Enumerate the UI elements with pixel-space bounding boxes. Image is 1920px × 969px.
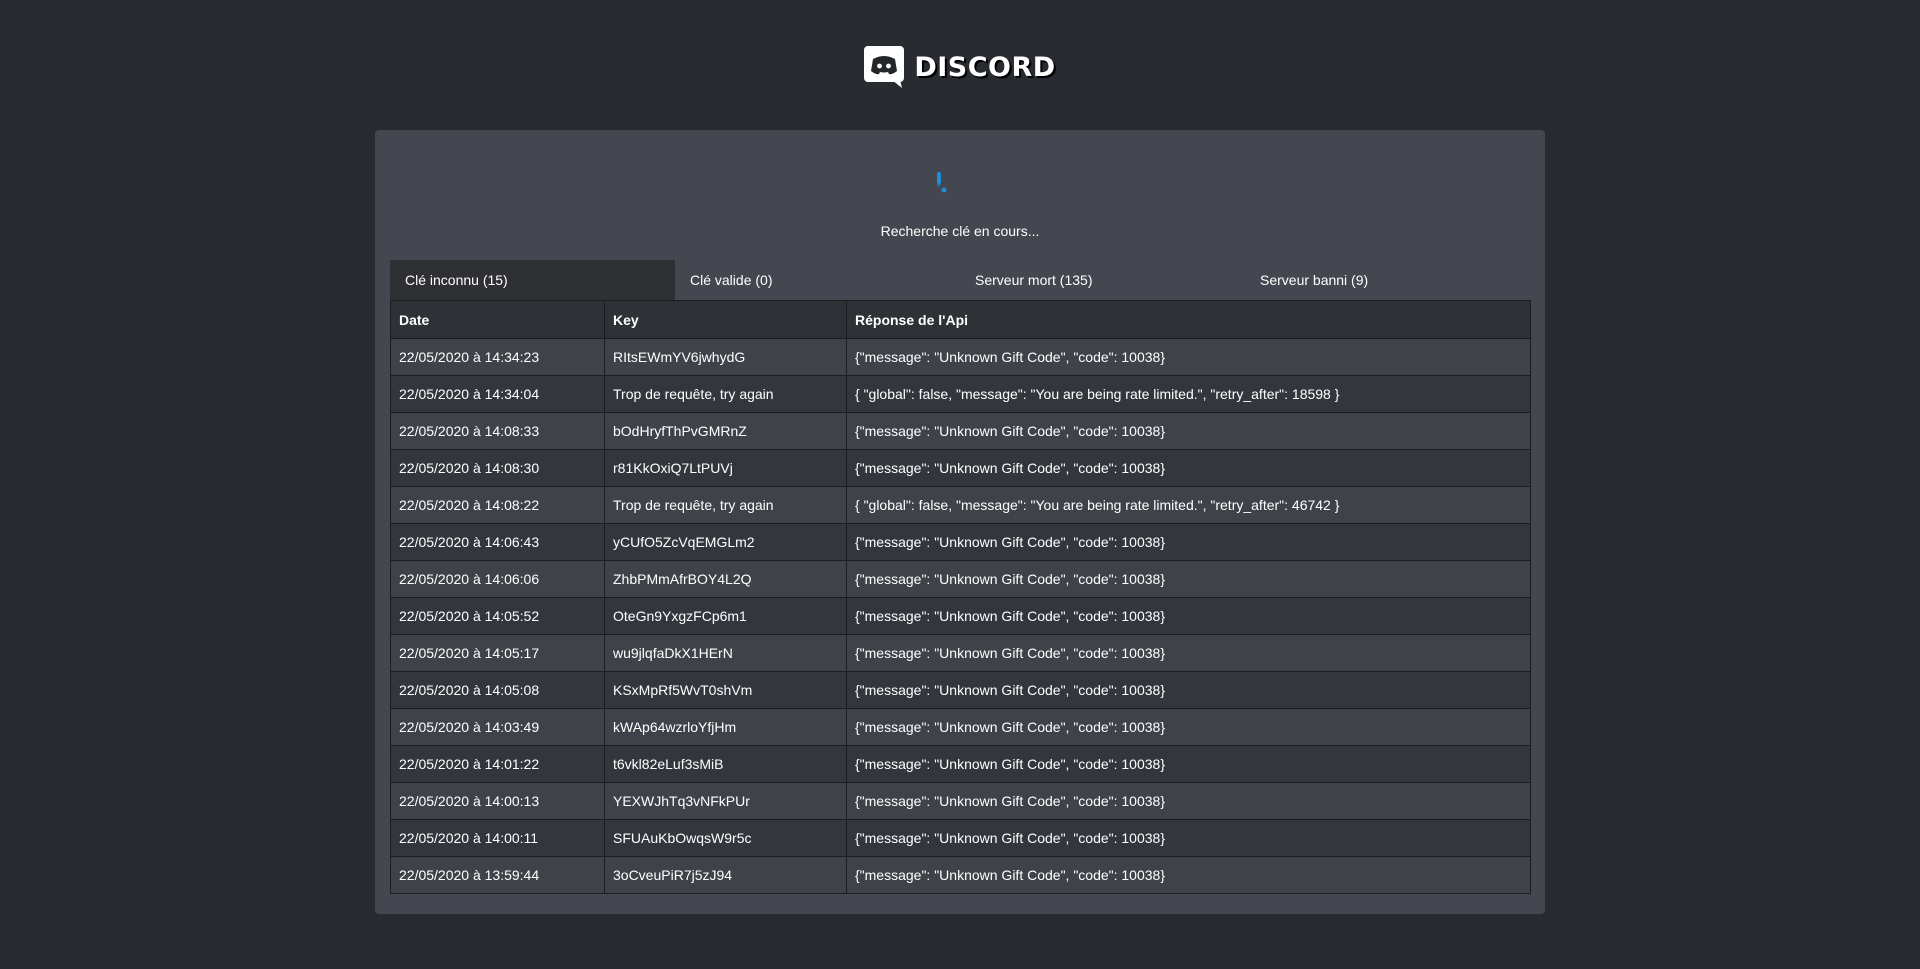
cell-response: {"message": "Unknown Gift Code", "code":… xyxy=(846,782,1531,820)
results-table: Date Key Réponse de l'Api 22/05/2020 à 1… xyxy=(390,300,1531,894)
cell-response: {"message": "Unknown Gift Code", "code":… xyxy=(846,523,1531,561)
cell-date: 22/05/2020 à 14:06:43 xyxy=(390,523,605,561)
cell-key: r81KkOxiQ7LtPUVj xyxy=(604,449,847,487)
cell-key: OteGn9YxgzFCp6m1 xyxy=(604,597,847,635)
column-header-date: Date xyxy=(390,300,605,339)
cell-response: {"message": "Unknown Gift Code", "code":… xyxy=(846,819,1531,857)
table-row: 22/05/2020 à 14:00:13 YEXWJhTq3vNFkPUr {… xyxy=(390,782,1531,820)
cell-key: kWAp64wzrloYfjHm xyxy=(604,708,847,746)
column-header-api-response: Réponse de l'Api xyxy=(846,300,1531,339)
cell-response: {"message": "Unknown Gift Code", "code":… xyxy=(846,412,1531,450)
table-row: 22/05/2020 à 14:05:17 wu9jlqfaDkX1HErN {… xyxy=(390,634,1531,672)
tab-unknown-keys[interactable]: Clé inconnu (15) xyxy=(390,260,675,300)
cell-date: 22/05/2020 à 14:08:22 xyxy=(390,486,605,524)
cell-key: wu9jlqfaDkX1HErN xyxy=(604,634,847,672)
table-row: 22/05/2020 à 14:08:22 Trop de requête, t… xyxy=(390,486,1531,524)
cell-key: YEXWJhTq3vNFkPUr xyxy=(604,782,847,820)
discord-icon xyxy=(864,46,905,88)
cell-date: 22/05/2020 à 14:03:49 xyxy=(390,708,605,746)
cell-response: { "global": false, "message": "You are b… xyxy=(846,375,1531,413)
cell-key: 3oCveuPiR7j5zJ94 xyxy=(604,856,847,894)
tab-bar: Clé inconnu (15) Clé valide (0) Serveur … xyxy=(390,260,1530,300)
tab-dead-servers[interactable]: Serveur mort (135) xyxy=(960,260,1245,300)
cell-response: {"message": "Unknown Gift Code", "code":… xyxy=(846,449,1531,487)
results-table-container: Date Key Réponse de l'Api 22/05/2020 à 1… xyxy=(390,300,1531,894)
cell-response: { "global": false, "message": "You are b… xyxy=(846,486,1531,524)
table-row: 22/05/2020 à 14:06:43 yCUfO5ZcVqEMGLm2 {… xyxy=(390,523,1531,561)
cell-date: 22/05/2020 à 14:34:23 xyxy=(390,338,605,376)
cell-response: {"message": "Unknown Gift Code", "code":… xyxy=(846,597,1531,635)
table-row: 22/05/2020 à 14:08:33 bOdHryfThPvGMRnZ {… xyxy=(390,412,1531,450)
table-row: 22/05/2020 à 14:01:22 t6vkl82eLuf3sMiB {… xyxy=(390,745,1531,783)
column-header-key: Key xyxy=(604,300,847,339)
cell-key: Trop de requête, try again xyxy=(604,486,847,524)
cell-key: yCUfO5ZcVqEMGLm2 xyxy=(604,523,847,561)
cell-date: 22/05/2020 à 14:08:33 xyxy=(390,412,605,450)
cell-date: 22/05/2020 à 14:00:13 xyxy=(390,782,605,820)
cell-date: 22/05/2020 à 14:08:30 xyxy=(390,449,605,487)
header: DISCORD xyxy=(0,46,1920,88)
table-row: 22/05/2020 à 14:08:30 r81KkOxiQ7LtPUVj {… xyxy=(390,449,1531,487)
loading-spinner-icon xyxy=(930,170,952,196)
status-text: Recherche clé en cours... xyxy=(880,223,1040,239)
cell-response: {"message": "Unknown Gift Code", "code":… xyxy=(846,560,1531,598)
cell-date: 22/05/2020 à 14:34:04 xyxy=(390,375,605,413)
cell-response: {"message": "Unknown Gift Code", "code":… xyxy=(846,671,1531,709)
table-row: 22/05/2020 à 14:05:52 OteGn9YxgzFCp6m1 {… xyxy=(390,597,1531,635)
cell-key: bOdHryfThPvGMRnZ xyxy=(604,412,847,450)
cell-date: 22/05/2020 à 14:01:22 xyxy=(390,745,605,783)
cell-key: ZhbPMmAfrBOY4L2Q xyxy=(604,560,847,598)
cell-date: 22/05/2020 à 14:05:52 xyxy=(390,597,605,635)
discord-logo[interactable]: DISCORD xyxy=(864,46,1055,88)
cell-key: Trop de requête, try again xyxy=(604,375,847,413)
table-row: 22/05/2020 à 14:34:23 RItsEWmYV6jwhydG {… xyxy=(390,338,1531,376)
cell-date: 22/05/2020 à 14:06:06 xyxy=(390,560,605,598)
cell-key: t6vkl82eLuf3sMiB xyxy=(604,745,847,783)
table-row: 22/05/2020 à 14:06:06 ZhbPMmAfrBOY4L2Q {… xyxy=(390,560,1531,598)
table-row: 22/05/2020 à 14:03:49 kWAp64wzrloYfjHm {… xyxy=(390,708,1531,746)
table-header-row: Date Key Réponse de l'Api xyxy=(390,300,1531,339)
cell-date: 22/05/2020 à 14:05:08 xyxy=(390,671,605,709)
cell-key: KSxMpRf5WvT0shVm xyxy=(604,671,847,709)
logo-text: DISCORD xyxy=(914,51,1056,83)
table-row: 22/05/2020 à 14:34:04 Trop de requête, t… xyxy=(390,375,1531,413)
cell-key: RItsEWmYV6jwhydG xyxy=(604,338,847,376)
table-row: 22/05/2020 à 14:00:11 SFUAuKbOwqsW9r5c {… xyxy=(390,819,1531,857)
cell-date: 22/05/2020 à 14:00:11 xyxy=(390,819,605,857)
table-row: 22/05/2020 à 14:05:08 KSxMpRf5WvT0shVm {… xyxy=(390,671,1531,709)
main-panel: Recherche clé en cours... Clé inconnu (1… xyxy=(375,130,1545,914)
tab-banned-servers[interactable]: Serveur banni (9) xyxy=(1245,260,1530,300)
cell-response: {"message": "Unknown Gift Code", "code":… xyxy=(846,338,1531,376)
cell-response: {"message": "Unknown Gift Code", "code":… xyxy=(846,708,1531,746)
cell-response: {"message": "Unknown Gift Code", "code":… xyxy=(846,745,1531,783)
cell-response: {"message": "Unknown Gift Code", "code":… xyxy=(846,634,1531,672)
cell-response: {"message": "Unknown Gift Code", "code":… xyxy=(846,856,1531,894)
cell-key: SFUAuKbOwqsW9r5c xyxy=(604,819,847,857)
tab-valid-keys[interactable]: Clé valide (0) xyxy=(675,260,960,300)
cell-date: 22/05/2020 à 13:59:44 xyxy=(390,856,605,894)
table-row: 22/05/2020 à 13:59:44 3oCveuPiR7j5zJ94 {… xyxy=(390,856,1531,894)
cell-date: 22/05/2020 à 14:05:17 xyxy=(390,634,605,672)
